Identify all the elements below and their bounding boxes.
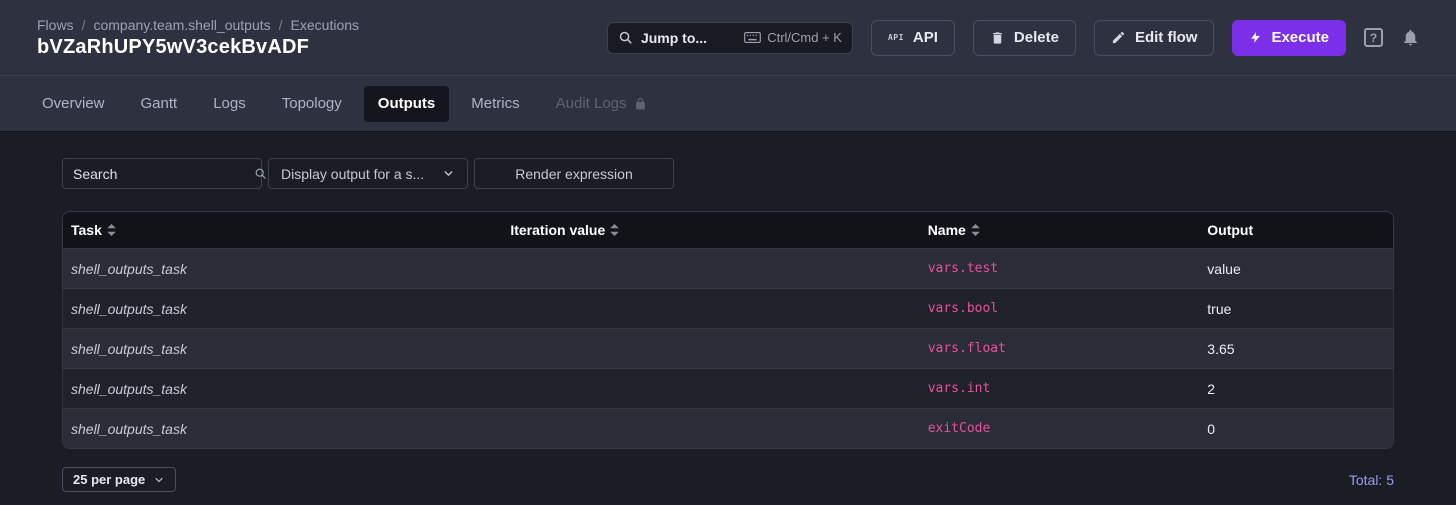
total-count: Total: 5 xyxy=(1349,472,1394,488)
column-header-output: Output xyxy=(1199,212,1393,248)
top-bar-actions: Jump to... Ctrl/Cmd + K API AP xyxy=(607,20,1420,56)
output-cell: 3.65 xyxy=(1199,328,1393,368)
iteration-cell xyxy=(502,368,919,408)
search-icon xyxy=(618,30,633,45)
sort-icon[interactable] xyxy=(107,224,116,236)
table-row[interactable]: shell_outputs_task exitCode 0 xyxy=(63,408,1393,448)
breadcrumb-separator: / xyxy=(82,17,86,33)
pencil-icon xyxy=(1111,30,1126,45)
per-page-select[interactable]: 25 per page xyxy=(62,467,176,492)
task-cell: shell_outputs_task xyxy=(63,368,502,408)
jump-to-search[interactable]: Jump to... Ctrl/Cmd + K xyxy=(607,22,853,54)
breadcrumb-flows[interactable]: Flows xyxy=(37,17,74,33)
column-header-name-label: Name xyxy=(928,222,966,238)
tab-overview[interactable]: Overview xyxy=(28,86,119,122)
display-output-select[interactable]: Display output for a s... xyxy=(268,158,468,189)
column-header-task[interactable]: Task xyxy=(63,212,502,248)
chevron-down-icon xyxy=(153,474,165,486)
page-title: bVZaRhUPY5wV3cekBvADF xyxy=(37,36,359,59)
lock-icon xyxy=(634,97,647,111)
per-page-label: 25 per page xyxy=(73,472,145,487)
jump-to-shortcut: Ctrl/Cmd + K xyxy=(744,30,842,45)
top-bar: Flows / company.team.shell_outputs / Exe… xyxy=(0,0,1456,75)
keyboard-icon xyxy=(744,31,761,44)
task-cell: shell_outputs_task xyxy=(63,288,502,328)
bell-icon[interactable] xyxy=(1401,28,1420,47)
edit-flow-button-label: Edit flow xyxy=(1135,29,1198,46)
search-box xyxy=(62,158,262,189)
name-cell[interactable]: exitCode xyxy=(920,408,1200,448)
filters-row: Display output for a s... Render express… xyxy=(62,158,1394,189)
name-cell[interactable]: vars.bool xyxy=(920,288,1200,328)
edit-flow-button[interactable]: Edit flow xyxy=(1094,20,1215,56)
breadcrumb: Flows / company.team.shell_outputs / Exe… xyxy=(37,17,359,33)
iteration-cell xyxy=(502,328,919,368)
execute-button[interactable]: Execute xyxy=(1232,20,1346,56)
column-header-name[interactable]: Name xyxy=(920,212,1200,248)
jump-to-label: Jump to... xyxy=(641,30,707,46)
render-expression-button[interactable]: Render expression xyxy=(474,158,674,189)
api-button-label: API xyxy=(913,29,938,46)
tab-metrics[interactable]: Metrics xyxy=(457,86,533,122)
search-icon xyxy=(254,167,267,180)
output-cell: true xyxy=(1199,288,1393,328)
table-row[interactable]: shell_outputs_task vars.int 2 xyxy=(63,368,1393,408)
help-icon[interactable]: ? xyxy=(1364,28,1383,47)
output-cell: 0 xyxy=(1199,408,1393,448)
chevron-down-icon xyxy=(442,167,455,180)
sort-icon[interactable] xyxy=(610,224,619,236)
tab-gantt[interactable]: Gantt xyxy=(127,86,192,122)
column-header-output-label: Output xyxy=(1207,222,1253,238)
breadcrumb-executions[interactable]: Executions xyxy=(291,17,359,33)
column-header-iteration-value-label: Iteration value xyxy=(510,222,605,238)
name-cell[interactable]: vars.test xyxy=(920,248,1200,288)
tab-audit-logs-label: Audit Logs xyxy=(556,95,627,112)
table-row[interactable]: shell_outputs_task vars.float 3.65 xyxy=(63,328,1393,368)
jump-to-shortcut-text: Ctrl/Cmd + K xyxy=(767,30,842,45)
breadcrumb-flow-id[interactable]: company.team.shell_outputs xyxy=(93,17,270,33)
column-header-task-label: Task xyxy=(71,222,102,238)
output-cell: 2 xyxy=(1199,368,1393,408)
delete-button-label: Delete xyxy=(1014,29,1059,46)
table-header-row: Task Iteration value xyxy=(63,212,1393,248)
display-output-select-value: Display output for a s... xyxy=(281,166,424,182)
search-input[interactable] xyxy=(73,166,254,182)
trash-icon xyxy=(990,30,1005,46)
delete-button[interactable]: Delete xyxy=(973,20,1076,56)
tab-topology[interactable]: Topology xyxy=(268,86,356,122)
iteration-cell xyxy=(502,248,919,288)
execute-button-label: Execute xyxy=(1271,29,1329,46)
api-icon: API xyxy=(888,33,904,42)
api-button[interactable]: API API xyxy=(871,20,955,56)
pagination-bar: 25 per page Total: 5 xyxy=(62,467,1394,492)
outputs-table: Task Iteration value xyxy=(62,211,1394,449)
output-cell: value xyxy=(1199,248,1393,288)
iteration-cell xyxy=(502,288,919,328)
column-header-iteration-value[interactable]: Iteration value xyxy=(502,212,919,248)
outputs-panel: Display output for a s... Render express… xyxy=(0,131,1456,492)
table-row[interactable]: shell_outputs_task vars.test value xyxy=(63,248,1393,288)
name-cell[interactable]: vars.float xyxy=(920,328,1200,368)
sort-icon[interactable] xyxy=(971,224,980,236)
task-cell: shell_outputs_task xyxy=(63,408,502,448)
tab-outputs[interactable]: Outputs xyxy=(364,86,450,122)
lightning-icon xyxy=(1249,30,1262,45)
name-cell[interactable]: vars.int xyxy=(920,368,1200,408)
tab-audit-logs: Audit Logs xyxy=(542,86,661,122)
task-cell: shell_outputs_task xyxy=(63,328,502,368)
breadcrumb-separator: / xyxy=(279,17,283,33)
iteration-cell xyxy=(502,408,919,448)
tab-logs[interactable]: Logs xyxy=(199,86,260,122)
task-cell: shell_outputs_task xyxy=(63,248,502,288)
top-bar-left: Flows / company.team.shell_outputs / Exe… xyxy=(37,17,359,59)
table-row[interactable]: shell_outputs_task vars.bool true xyxy=(63,288,1393,328)
tab-bar: Overview Gantt Logs Topology Outputs Met… xyxy=(0,75,1456,131)
